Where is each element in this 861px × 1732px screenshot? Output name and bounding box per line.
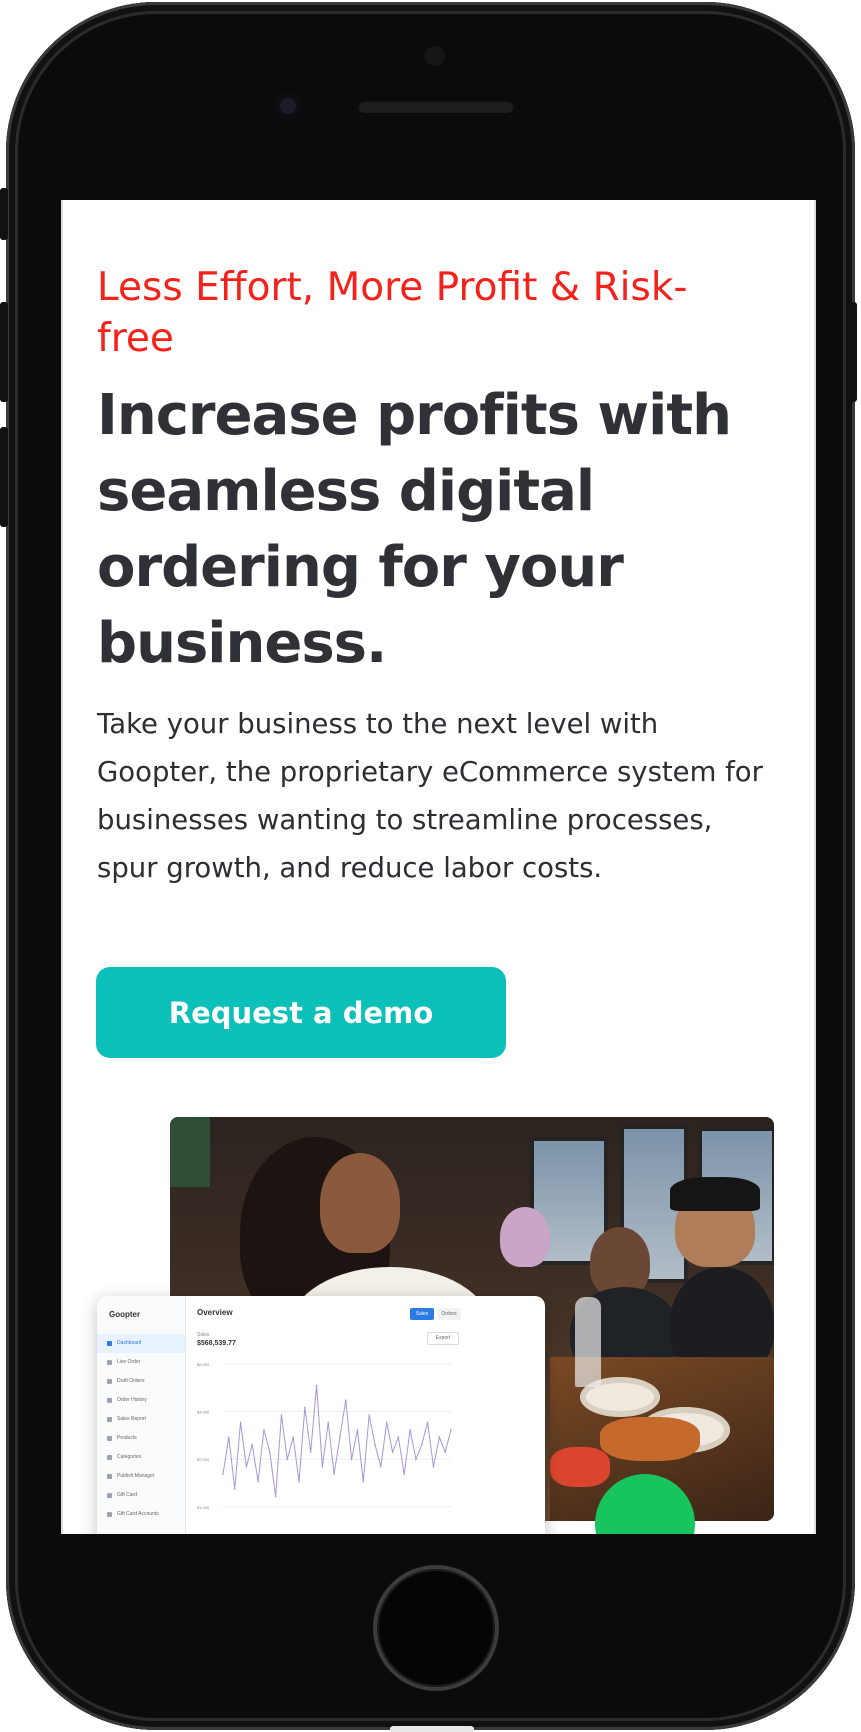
volume-up-button [0, 302, 8, 402]
chart-point [251, 1443, 254, 1446]
chart-point [362, 1480, 365, 1483]
chart-point [397, 1436, 400, 1438]
dashboard-preview: Goopter Dashboard Live Order Draft Order… [97, 1296, 545, 1534]
dashboard-nav: Dashboard Live Order Draft Orders Order … [97, 1334, 185, 1524]
photo-background-person [500, 1207, 550, 1267]
lead-paragraph: Take your business to the next level wit… [97, 708, 763, 884]
photo-woman-face [320, 1153, 400, 1253]
dashboard-sidebar: Goopter Dashboard Live Order Draft Order… [97, 1296, 186, 1534]
chart-point [263, 1429, 265, 1431]
chart-point [321, 1466, 324, 1468]
chart-point [315, 1384, 318, 1387]
chart-point [426, 1421, 429, 1424]
chart-point [450, 1429, 452, 1431]
chart-point [350, 1458, 353, 1461]
dashboard-nav-item: Sales Report [97, 1410, 185, 1429]
chart-tick-label: $6,000 [197, 1362, 210, 1367]
dashboard-nav-item: Draft Orders [97, 1372, 185, 1391]
dashboard-title: Overview [197, 1308, 233, 1317]
photo-food [550, 1447, 610, 1487]
photo-wine-glass [575, 1297, 601, 1387]
chart-point [333, 1473, 335, 1475]
chart-point [432, 1466, 435, 1468]
photo-cap [670, 1177, 760, 1211]
dashboard-sales-chart: $6,000 $4,000 $2,000 $1,000 [197, 1362, 452, 1510]
chart-tick-label: $4,000 [197, 1410, 210, 1415]
chart-point [309, 1451, 312, 1453]
proximity-sensor [425, 46, 445, 66]
chart-point [274, 1495, 277, 1498]
request-demo-button[interactable]: Request a demo [96, 967, 506, 1058]
chart-point [298, 1480, 300, 1483]
chart-point [391, 1451, 394, 1453]
chart-point [257, 1480, 259, 1483]
dashboard-nav-item: Products [97, 1429, 185, 1448]
home-button[interactable] [377, 1569, 495, 1687]
dashboard-sales-label: Sales [197, 1332, 210, 1338]
dashboard-sales-value: $568,539.77 [197, 1340, 236, 1347]
dashboard-brand: Goopter [109, 1310, 141, 1319]
mute-switch [0, 188, 8, 240]
chart-point [292, 1436, 294, 1438]
chart-point [228, 1436, 230, 1438]
chart-sales-line [222, 1385, 452, 1497]
front-camera-icon [276, 94, 300, 118]
chart-point [403, 1473, 406, 1475]
phone-screen: Less Effort, More Profit & Risk-free Inc… [61, 200, 816, 1534]
chart-tick-label: $2,000 [197, 1457, 210, 1462]
chart-point [374, 1443, 376, 1446]
volume-down-button [0, 427, 8, 527]
chart-point [280, 1414, 283, 1416]
chart-point [304, 1406, 306, 1409]
chart-point [368, 1414, 370, 1416]
chart-point [409, 1429, 411, 1431]
chart-point [327, 1421, 330, 1424]
chart-point [222, 1473, 224, 1475]
chart-point [286, 1458, 289, 1461]
dashboard-tab-sales: Sales [410, 1308, 434, 1320]
chart-tick-label: $1,000 [197, 1505, 210, 1510]
dashboard-nav-item: Live Order [97, 1353, 185, 1372]
chart-point [438, 1436, 441, 1438]
chart-point [233, 1488, 236, 1490]
dashboard-nav-item: Categories [97, 1448, 185, 1467]
dashboard-export-button: Export [427, 1332, 459, 1345]
phone-frame: Less Effort, More Profit & Risk-free Inc… [0, 2, 857, 1730]
chart-point [339, 1436, 341, 1438]
photo-pizza [600, 1417, 700, 1461]
chart-point [356, 1429, 359, 1431]
chart-point [245, 1466, 248, 1468]
dashboard-nav-item: Order History [97, 1391, 185, 1410]
photo-tv [170, 1117, 210, 1187]
chart-point [444, 1451, 446, 1453]
dashboard-nav-item: Dashboard [97, 1334, 185, 1353]
chart-point [268, 1451, 271, 1453]
page-headline: Increase profits with seamless digital o… [97, 383, 732, 676]
chart-point [239, 1421, 242, 1424]
chart-point [420, 1443, 423, 1446]
chart-point [380, 1466, 382, 1468]
chart-point [415, 1458, 417, 1461]
lightning-port [390, 1726, 474, 1732]
tagline: Less Effort, More Profit & Risk-free [97, 265, 688, 361]
dashboard-nav-item: Publish Manager [97, 1467, 185, 1486]
chart-point [344, 1399, 347, 1401]
power-button [849, 302, 857, 402]
dashboard-tab-orders: Orders [437, 1308, 461, 1320]
earpiece-speaker [358, 100, 514, 113]
dashboard-nav-item: Gift Card Accounts [97, 1505, 185, 1524]
dashboard-nav-item: Gift Card [97, 1486, 185, 1505]
chart-point [385, 1421, 388, 1424]
